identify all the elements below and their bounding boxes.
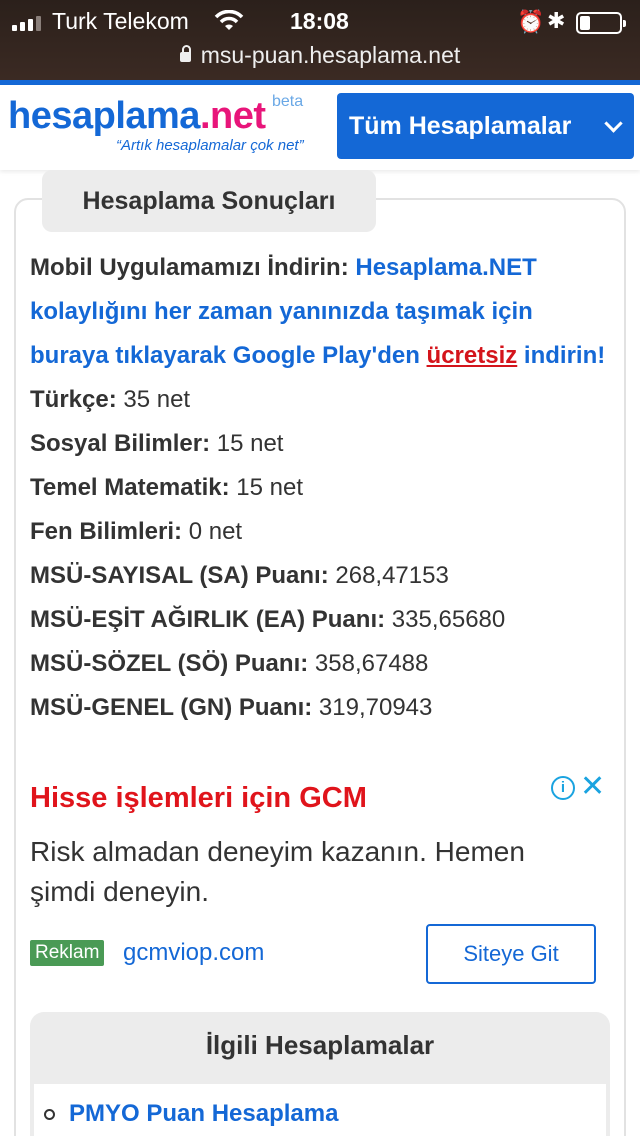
chevron-down-icon (604, 114, 623, 133)
alarm-icon: ⏰ (517, 9, 545, 34)
ad-title[interactable]: Hisse işlemleri için GCM (30, 782, 367, 815)
logo-text-tld: .net (199, 95, 266, 137)
result-value: 268,47153 (335, 562, 449, 589)
carrier-name: Turk Telekom (52, 8, 189, 34)
result-row: MSÜ-SAYISAL (SA) Puanı: 268,47153 (30, 554, 615, 598)
site-logo[interactable]: hesaplama.net (8, 95, 266, 138)
result-row: MSÜ-SÖZEL (SÖ) Puanı: 358,67488 (30, 642, 615, 686)
result-label: MSÜ-SÖZEL (SÖ) Puanı: (30, 650, 309, 677)
logo-text-main: hesaplama (8, 95, 200, 137)
clock: 18:08 (290, 8, 349, 34)
ad-badge: Reklam (30, 940, 105, 966)
close-icon[interactable]: ✕ (580, 772, 605, 802)
result-row: Sosyal Bilimler: 15 net (30, 422, 615, 466)
result-row: Temel Matematik: 15 net (30, 466, 615, 510)
result-value: 358,67488 (314, 650, 429, 677)
lock-icon (179, 45, 191, 62)
list-item: PMYO Puan Hesaplama (44, 1100, 338, 1128)
related-title: İlgili Hesaplamalar (205, 1030, 435, 1060)
visit-site-button[interactable]: Siteye Git (426, 924, 596, 984)
related-link[interactable]: PMYO Puan Hesaplama (69, 1100, 338, 1128)
result-value: 319,70943 (318, 694, 433, 721)
signal-icon (12, 16, 41, 31)
site-header: hesaplama.net beta “Artık hesaplamalar ç… (0, 85, 640, 170)
ad-domain[interactable]: gcmviop.com (123, 939, 264, 967)
result-value: 35 net (123, 386, 191, 413)
bluetooth-icon: ✱ (547, 8, 566, 33)
result-row: Türkçe: 35 net (30, 378, 615, 422)
address-bar[interactable]: msu-puan.hesaplama.net (0, 42, 640, 69)
result-label: Türkçe: (30, 386, 117, 413)
info-icon[interactable]: i (551, 776, 575, 800)
all-calculations-label: Tüm Hesaplamalar (349, 111, 572, 140)
result-rows: Türkçe: 35 net Sosyal Bilimler: 15 net Tem… (30, 378, 615, 730)
slogan: “Artık hesaplamalar çok net” (116, 137, 304, 154)
result-label: Fen Bilimleri: (30, 518, 183, 545)
results-tab-title: Hesaplama Sonuçları (42, 170, 376, 232)
result-label: Sosyal Bilimler: (30, 430, 211, 457)
result-value: 0 net (188, 518, 243, 545)
result-label: MSÜ-GENEL (GN) Puanı: (30, 694, 313, 721)
app-promo: Mobil Uygulamamızı İndirin: Hesaplama.NE… (30, 246, 615, 378)
result-value: 335,65680 (391, 606, 506, 633)
related-calculations: İlgili Hesaplamalar PMYO Puan Hesaplama (30, 1012, 610, 1136)
app-promo-prefix: Mobil Uygulamamızı İndirin: (30, 254, 356, 281)
result-value: 15 net (236, 474, 304, 501)
ad-description: Risk almadan deneyim kazanın. Hemen şimd… (30, 836, 525, 907)
free-link[interactable]: ücretsiz (427, 342, 518, 369)
result-row: Fen Bilimleri: 0 net (30, 510, 615, 554)
results-content: Mobil Uygulamamızı İndirin: Hesaplama.NE… (30, 246, 615, 730)
result-label: Temel Matematik: (30, 474, 230, 501)
result-value: 15 net (216, 430, 284, 457)
result-label: MSÜ-EŞİT AĞIRLIK (EA) Puanı: (30, 606, 386, 633)
result-row: MSÜ-GENEL (GN) Puanı: 319,70943 (30, 686, 615, 730)
url-text: msu-puan.hesaplama.net (200, 42, 461, 68)
result-label: MSÜ-SAYISAL (SA) Puanı: (30, 562, 329, 589)
result-row: MSÜ-EŞİT AĞIRLIK (EA) Puanı: 335,65680 (30, 598, 615, 642)
all-calculations-button[interactable]: Tüm Hesaplamalar (337, 93, 634, 159)
battery-icon (576, 12, 626, 34)
bullet-icon (44, 1108, 55, 1120)
wifi-icon (214, 9, 244, 38)
status-bar: Turk Telekom 18:08 ⏰ ✱ msu-puan.hesaplam… (0, 0, 640, 80)
beta-label: beta (272, 93, 304, 110)
related-list: PMYO Puan Hesaplama (34, 1084, 606, 1136)
app-promo-link-end[interactable]: indirin! (517, 342, 605, 369)
